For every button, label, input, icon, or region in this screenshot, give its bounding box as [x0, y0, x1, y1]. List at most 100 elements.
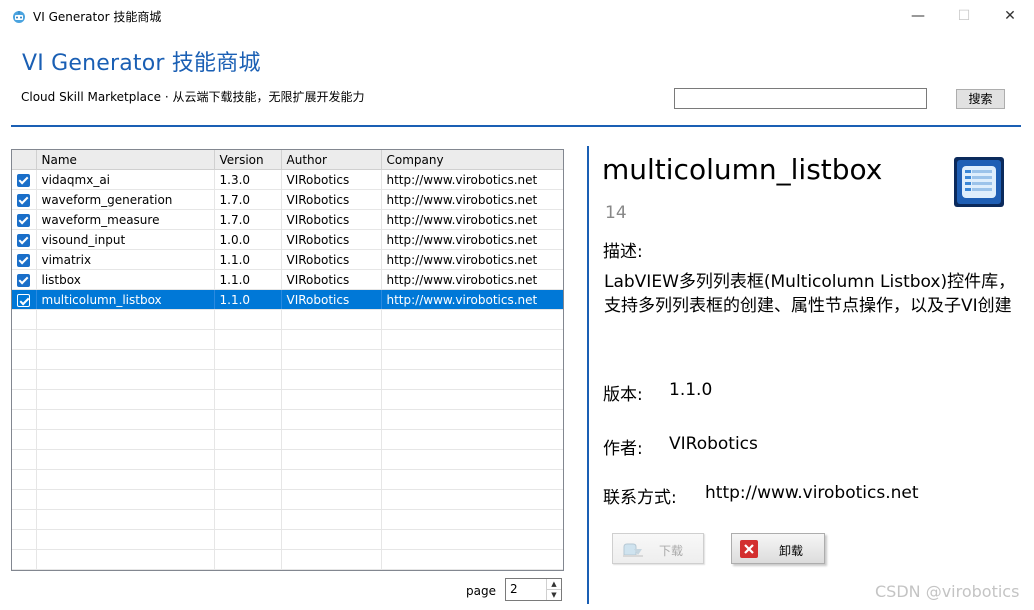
contact-value[interactable]: http://www.virobotics.net — [705, 483, 919, 503]
table-row[interactable]: listbox 1.1.0 VIRobotics http://www.virobot… — [12, 269, 563, 290]
empty-cell — [12, 469, 37, 490]
close-button[interactable]: ✕ — [987, 0, 1033, 33]
page-value[interactable]: 2 — [510, 582, 518, 596]
row-checkbox[interactable] — [17, 293, 31, 307]
empty-cell — [281, 409, 382, 430]
empty-cell — [214, 389, 282, 410]
empty-cell — [36, 509, 215, 530]
search-input[interactable] — [674, 88, 927, 109]
row-checkbox[interactable] — [17, 273, 31, 287]
minimize-button[interactable]: — — [895, 0, 941, 33]
empty-row — [12, 509, 563, 530]
empty-cell — [281, 349, 382, 370]
empty-cell — [214, 529, 282, 550]
empty-cell — [36, 349, 215, 370]
row-checkbox[interactable] — [17, 253, 31, 267]
table-row[interactable]: multicolumn_listbox 1.1.0 VIRobotics http:/… — [12, 289, 563, 310]
row-checkbox[interactable] — [17, 173, 31, 187]
cell-name: multicolumn_listbox — [36, 289, 215, 310]
empty-cell — [12, 329, 37, 350]
row-checkbox[interactable] — [17, 233, 31, 247]
empty-cell — [214, 349, 282, 370]
cell-name: listbox — [36, 269, 215, 290]
empty-cell — [36, 389, 215, 410]
empty-cell — [214, 369, 282, 390]
empty-row — [12, 489, 563, 510]
empty-cell — [12, 529, 37, 550]
table-row[interactable]: vidaqmx_ai 1.3.0 VIRobotics http://www.viro… — [12, 169, 563, 190]
empty-cell — [381, 329, 563, 350]
empty-cell — [214, 469, 282, 490]
empty-cell — [381, 509, 563, 530]
search-button[interactable]: 搜索 — [956, 89, 1005, 109]
empty-cell — [12, 409, 37, 430]
empty-cell — [381, 429, 563, 450]
column-header-name[interactable]: Name — [36, 150, 215, 170]
row-checkbox[interactable] — [17, 213, 31, 227]
watermark: CSDN @virobotics — [875, 582, 1020, 601]
page-label: page — [466, 584, 496, 598]
empty-row — [12, 329, 563, 350]
table-row[interactable]: vimatrix 1.1.0 VIRobotics http://www.virobo… — [12, 249, 563, 270]
table-row[interactable]: visound_input 1.0.0 VIRobotics http://www.v… — [12, 229, 563, 250]
version-value: 1.1.0 — [669, 380, 713, 400]
uninstall-x-icon — [740, 540, 758, 558]
empty-cell — [12, 389, 37, 410]
row-checkbox-cell[interactable] — [12, 169, 37, 190]
row-checkbox-cell[interactable] — [12, 289, 37, 310]
empty-cell — [214, 429, 282, 450]
empty-row — [12, 369, 563, 390]
cell-company: http://www.virobotics.net — [381, 169, 563, 190]
window-title: VI Generator 技能商城 — [33, 10, 162, 24]
contact-label: 联系方式: — [603, 488, 677, 508]
detail-count: 14 — [605, 203, 627, 223]
empty-cell — [381, 469, 563, 490]
spin-up-icon[interactable]: ▲ — [547, 579, 561, 590]
row-checkbox-cell[interactable] — [12, 189, 37, 210]
cell-version: 1.3.0 — [214, 169, 282, 190]
empty-cell — [281, 389, 382, 410]
row-checkbox-cell[interactable] — [12, 229, 37, 250]
download-button[interactable]: 下载 — [612, 533, 704, 564]
maximize-button[interactable]: ☐ — [941, 0, 987, 33]
row-checkbox-cell[interactable] — [12, 249, 37, 270]
cell-author: VIRobotics — [281, 209, 382, 230]
cell-name: waveform_generation — [36, 189, 215, 210]
empty-cell — [36, 429, 215, 450]
empty-cell — [12, 549, 37, 570]
table-row[interactable]: waveform_measure 1.7.0 VIRobotics http://ww… — [12, 209, 563, 230]
empty-cell — [36, 409, 215, 430]
spin-down-icon[interactable]: ▼ — [547, 590, 561, 600]
empty-cell — [214, 449, 282, 470]
cell-author: VIRobotics — [281, 169, 382, 190]
cell-name: vidaqmx_ai — [36, 169, 215, 190]
uninstall-button[interactable]: 卸载 — [731, 533, 825, 564]
download-icon — [623, 543, 643, 557]
empty-cell — [36, 489, 215, 510]
empty-row — [12, 449, 563, 470]
empty-cell — [381, 369, 563, 390]
row-checkbox-cell[interactable] — [12, 269, 37, 290]
row-checkbox[interactable] — [17, 193, 31, 207]
skills-table[interactable]: Name Version Author Company vidaqmx_ai 1.… — [11, 149, 564, 571]
empty-cell — [381, 349, 563, 370]
column-header-version[interactable]: Version — [214, 150, 282, 170]
cell-version: 1.7.0 — [214, 189, 282, 210]
cell-version: 1.1.0 — [214, 249, 282, 270]
detail-skill-name: multicolumn_listbox — [602, 153, 883, 186]
page-spinner[interactable]: 2 ▲ ▼ — [505, 578, 562, 601]
empty-cell — [281, 489, 382, 510]
empty-cell — [36, 449, 215, 470]
column-header-author[interactable]: Author — [281, 150, 382, 170]
uninstall-label: 卸载 — [779, 544, 804, 558]
column-header-company[interactable]: Company — [381, 150, 563, 170]
empty-cell — [12, 309, 37, 330]
empty-row — [12, 309, 563, 330]
cell-company: http://www.virobotics.net — [381, 289, 563, 310]
description-text: LabVIEW多列列表框(Multicolumn Listbox)控件库，支持多… — [604, 272, 1016, 316]
cell-author: VIRobotics — [281, 289, 382, 310]
table-row[interactable]: waveform_generation 1.7.0 VIRobotics http:/… — [12, 189, 563, 210]
cell-version: 1.1.0 — [214, 289, 282, 310]
description-label: 描述: — [603, 242, 643, 262]
row-checkbox-cell[interactable] — [12, 209, 37, 230]
